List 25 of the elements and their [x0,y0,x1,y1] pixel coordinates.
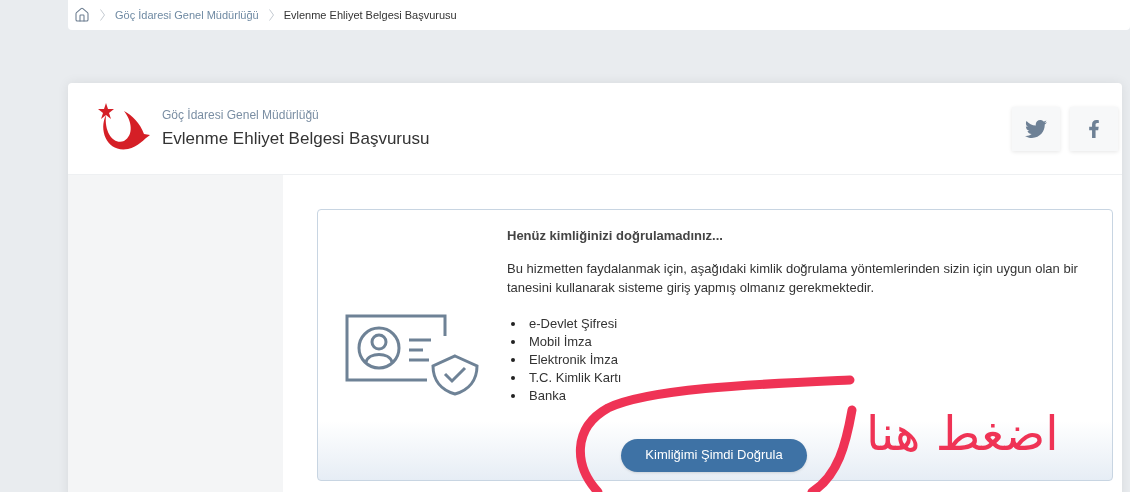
chevron-icon [268,9,274,21]
facebook-button[interactable] [1070,106,1118,151]
notice-heading: Henüz kimliğinizi doğrulamadınız... [507,227,724,245]
bullet-icon [511,393,515,398]
chevron-icon [100,9,105,21]
method-item: Mobil İmza [529,332,592,351]
breadcrumb-link[interactable]: Göç İdaresi Genel Müdürlüğü [115,6,259,24]
bird-icon [1025,117,1047,140]
method-item: Banka [529,386,566,405]
notice-text: Bu hizmetten faydalanmak için, aşağıdaki kimlik doğrulama yöntemlerinden sizin için uygun olan bir tanesini kullanarak sisteme giriş yapmış olmanız gerekmektedir. [507,259,1079,297]
home-icon[interactable] [74,7,90,23]
org-name: Göç İdaresi Genel Müdürlüğü [162,106,320,124]
method-item: T.C. Kimlik Kartı [529,368,622,387]
breadcrumb-current: Evlenme Ehliyet Belgesi Başvurusu [283,7,457,23]
method-item: Elektronik İmza [529,350,618,369]
verify-button[interactable]: Kimliğimi Şimdi Doğrula [621,438,807,472]
bullet-icon [511,375,515,380]
bullet-icon [511,357,515,362]
bullet-icon [511,321,515,326]
page-title: Evlenme Ehliyet Belgesi Başvurusu [162,127,430,150]
method-item: e-Devlet Şifresi [529,314,618,333]
annotation-text: اضغط هنا [866,404,1059,463]
bullet-icon [511,339,515,344]
twitter-button[interactable] [1012,106,1060,151]
id-card-shield-icon [344,314,481,396]
